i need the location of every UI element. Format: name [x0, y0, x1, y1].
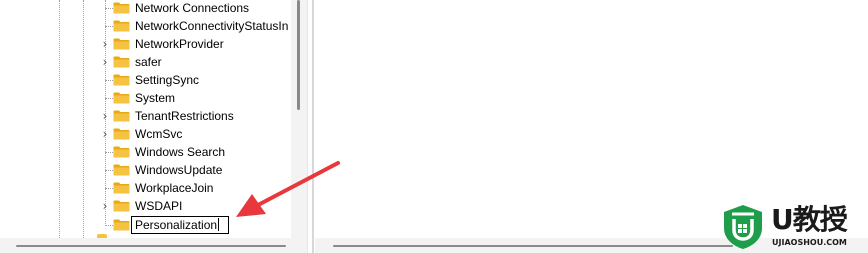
pane-splitter-edge: [312, 0, 314, 253]
chevron-right-icon[interactable]: ›: [100, 199, 110, 213]
chevron-right-icon[interactable]: ›: [100, 55, 110, 69]
tree-item-label: WSDAPI: [135, 199, 183, 213]
tree-item-label: NetworkProvider: [135, 37, 224, 51]
tree-connector: [105, 225, 113, 226]
tree-connector: [105, 152, 113, 153]
tree-item[interactable]: Network Connections: [0, 0, 291, 17]
tree-connector: [105, 8, 113, 9]
scrollbar-thumb[interactable]: [16, 245, 286, 247]
folder-icon: [113, 146, 130, 158]
tree-connector: [105, 170, 113, 171]
folder-icon: [113, 20, 130, 32]
tree-item-label: safer: [135, 55, 162, 69]
folder-icon: [113, 74, 130, 86]
tree-item[interactable]: SettingSync: [0, 71, 291, 89]
tree-item[interactable]: WindowsUpdate: [0, 161, 291, 179]
tree-item[interactable]: Windows Search: [0, 143, 291, 161]
tree-item[interactable]: WorkplaceJoin: [0, 179, 291, 197]
chevron-right-icon[interactable]: ›: [100, 127, 110, 141]
tree-horizontal-scrollbar[interactable]: [0, 238, 307, 253]
tree-item-new-key[interactable]: Personalization: [0, 216, 291, 234]
chevron-right-icon[interactable]: ›: [100, 109, 110, 123]
folder-icon: [113, 38, 130, 50]
tree-item[interactable]: › TenantRestrictions: [0, 107, 291, 125]
folder-icon: [113, 200, 130, 212]
folder-icon: [113, 128, 130, 140]
folder-icon: [113, 219, 130, 231]
folder-icon: [113, 110, 130, 122]
scrollbar-thumb[interactable]: [297, 0, 300, 110]
tree-item[interactable]: NetworkConnectivityStatusIn: [0, 17, 291, 35]
folder-icon: [113, 182, 130, 194]
tree-item-label: WindowsUpdate: [135, 163, 223, 177]
registry-key-tree[interactable]: Network Connections NetworkConnectivitySt…: [0, 0, 291, 238]
tree-item-label: NetworkConnectivityStatusIn: [135, 19, 289, 33]
rename-key-text: Personalization: [135, 218, 218, 232]
tree-item-label: WcmSvc: [135, 127, 183, 141]
watermark-url: UJIAOSHOU.COM: [772, 238, 847, 247]
tree-connector: [105, 80, 113, 81]
tree-vertical-scrollbar[interactable]: [291, 0, 307, 238]
tree-item-label: System: [135, 91, 176, 105]
tree-item-label: WorkplaceJoin: [135, 181, 214, 195]
watermark-title: U教授: [771, 203, 848, 236]
folder-icon: [113, 92, 130, 104]
tree-item[interactable]: System: [0, 89, 291, 107]
scrollbar-thumb[interactable]: [333, 245, 733, 247]
folder-icon: [113, 56, 130, 68]
tree-connector: [105, 188, 113, 189]
text-caret: [218, 218, 220, 231]
tree-item-label: Network Connections: [135, 1, 250, 15]
chevron-right-icon[interactable]: ›: [100, 37, 110, 51]
tree-item-label: SettingSync: [135, 73, 200, 87]
tree-item[interactable]: › safer: [0, 53, 291, 71]
tree-connector: [105, 26, 113, 27]
watermark-logo: U教授 UJIAOSHOU.COM: [722, 200, 868, 253]
folder-icon: [113, 164, 130, 176]
folder-icon: [113, 2, 130, 14]
shield-logo-icon: [724, 205, 762, 249]
tree-item-label: TenantRestrictions: [135, 109, 234, 123]
tree-connector: [105, 98, 113, 99]
tree-item-label: Windows Search: [135, 145, 226, 159]
rename-key-input[interactable]: Personalization: [131, 216, 229, 234]
tree-item[interactable]: › WcmSvc: [0, 125, 291, 143]
tree-item[interactable]: › WSDAPI: [0, 197, 291, 215]
tree-item[interactable]: › NetworkProvider: [0, 35, 291, 53]
